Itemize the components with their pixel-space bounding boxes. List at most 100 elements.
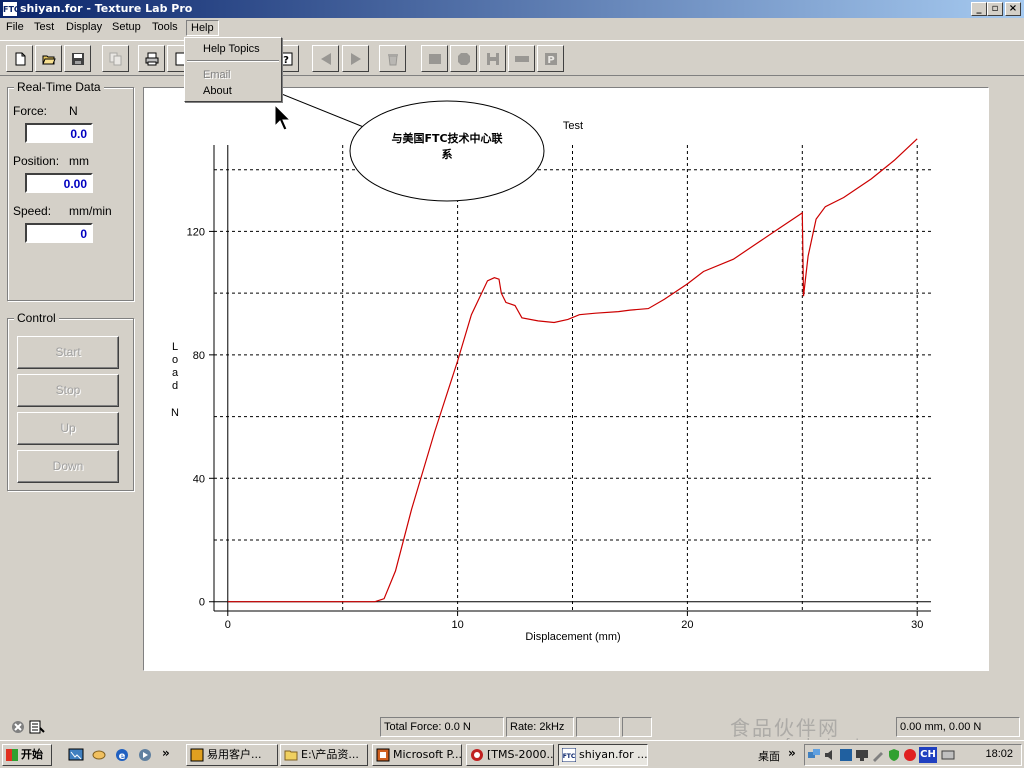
task-button-3[interactable]: Microsoft P... <box>372 744 462 766</box>
close-button[interactable]: × <box>1005 2 1021 16</box>
menu-file[interactable]: File <box>2 20 28 36</box>
delete-button[interactable] <box>379 45 406 72</box>
x-tick-label: 0 <box>225 619 231 631</box>
start-menu-button[interactable]: 开始 <box>2 744 52 766</box>
internet-explorer-icon[interactable]: e <box>114 747 130 763</box>
realtime-data-group: Real-Time Data <box>7 80 134 301</box>
save-button[interactable] <box>64 45 91 72</box>
window-title: shiyan.for - Texture Lab Pro <box>20 2 193 15</box>
y-axis-label-d: d <box>172 380 178 392</box>
svg-text:e: e <box>119 751 126 762</box>
powerpoint-icon <box>376 748 390 762</box>
task-label: 易用客户... <box>207 748 262 761</box>
task-button-2[interactable]: E:\产品资... <box>280 744 368 766</box>
down-button[interactable]: Down <box>17 450 119 483</box>
task-button-5[interactable]: FTC shiyan.for ... <box>558 744 648 766</box>
y-axis-label-o: o <box>172 354 178 366</box>
y-tick-label: 0 <box>199 597 205 609</box>
speed-value: 0 <box>25 223 93 243</box>
chart-panel[interactable]: 0 10 20 30 0 40 80 120 Test Displacement (mm) L… <box>143 87 989 671</box>
log-list-icon <box>29 720 45 734</box>
svg-text:?: ? <box>283 55 289 66</box>
position-value: 0.00 <box>25 173 93 193</box>
p-button[interactable]: P <box>537 45 564 72</box>
octagon-probe-button[interactable] <box>450 45 477 72</box>
p-icon: P <box>545 53 557 66</box>
menu-setup[interactable]: Setup <box>108 20 145 36</box>
y-tick-label: 40 <box>193 473 205 485</box>
up-button[interactable]: Up <box>17 412 119 445</box>
antivirus-icon[interactable] <box>839 748 853 762</box>
network-icon[interactable] <box>807 748 821 762</box>
new-file-icon <box>15 52 26 66</box>
status-rate: Rate: 2kHz <box>506 717 574 737</box>
menu-bar: File Test Display Setup Tools Help <box>0 18 1024 38</box>
open-button[interactable] <box>35 45 62 72</box>
input-method-indicator[interactable]: CH <box>919 747 937 763</box>
shield-icon[interactable] <box>887 748 901 762</box>
force-unit: N <box>69 104 78 118</box>
bar-button[interactable] <box>508 45 535 72</box>
speed-unit: mm/min <box>69 204 112 218</box>
menu-about[interactable]: About <box>185 83 281 99</box>
display-icon[interactable] <box>855 748 869 762</box>
arrow-right-icon <box>351 53 361 65</box>
delete-icon <box>388 54 398 66</box>
menu-email[interactable]: Email <box>185 67 281 83</box>
next-button[interactable] <box>342 45 369 72</box>
toolbar: ? P <box>0 40 1024 76</box>
menu-help[interactable]: Help <box>186 20 219 36</box>
quick-launch-chevron[interactable]: » <box>162 746 170 760</box>
windows-flag-icon <box>6 749 18 761</box>
open-folder-icon <box>42 55 56 65</box>
tms-app-icon <box>471 749 483 761</box>
rectangle-probe-button[interactable] <box>421 45 448 72</box>
position-unit: mm <box>69 154 89 168</box>
maximize-button[interactable]: ▫ <box>987 2 1003 16</box>
media-player-icon[interactable] <box>137 747 153 763</box>
speed-label: Speed: <box>13 204 52 218</box>
stop-circle-icon <box>12 721 24 733</box>
rectangle-probe-icon <box>429 54 441 64</box>
minimize-button[interactable]: _ <box>971 2 987 16</box>
status-bar: Total Force: 0.0 N Rate: 2kHz 0.00 mm, 0… <box>0 716 1024 738</box>
y-axis-label-l: L <box>172 341 178 353</box>
print-button[interactable] <box>138 45 165 72</box>
copy-button[interactable] <box>102 45 129 72</box>
status-total-force: Total Force: 0.0 N <box>380 717 504 737</box>
tool-icon[interactable] <box>871 748 885 762</box>
status-empty-1 <box>576 717 620 737</box>
callout-text-line1: 与美国FTC技术中心联 <box>391 131 502 145</box>
help-menu-dropdown: Help Topics Email About <box>184 37 282 102</box>
task-label: Microsoft P... <box>393 748 462 761</box>
keyboard-icon[interactable] <box>941 748 955 762</box>
force-label: Force: <box>13 104 48 118</box>
volume-icon[interactable] <box>823 748 837 762</box>
octagon-probe-icon <box>458 53 470 65</box>
start-label: 开始 <box>21 748 43 761</box>
folder-icon <box>284 750 298 761</box>
menu-test[interactable]: Test <box>30 20 58 36</box>
task-button-1[interactable]: 易用客户... <box>186 744 278 766</box>
desktop-toolbar-label[interactable]: 桌面 <box>758 748 780 764</box>
menu-display[interactable]: Display <box>62 20 106 36</box>
title-bar[interactable]: FTC shiyan.for - Texture Lab Pro _ ▫ × <box>0 0 1024 18</box>
task-label: E:\产品资... <box>301 748 359 761</box>
desktop-toolbar-chevron[interactable]: » <box>788 746 796 760</box>
new-file-button[interactable] <box>6 45 33 72</box>
load-displacement-chart: 0 10 20 30 0 40 80 120 Test Displacement (mm) L… <box>171 88 931 643</box>
stop-button[interactable]: Stop <box>17 374 119 407</box>
task-button-4[interactable]: [TMS-2000... <box>466 744 554 766</box>
app-icon: FTC <box>2 1 20 17</box>
show-desktop-icon[interactable] <box>68 747 84 763</box>
control-title: Control <box>14 311 59 325</box>
start-button[interactable]: Start <box>17 336 119 369</box>
x-tick-label: 30 <box>911 619 923 631</box>
menu-help-topics[interactable]: Help Topics <box>185 41 281 57</box>
menu-tools[interactable]: Tools <box>148 20 182 36</box>
update-icon[interactable] <box>903 748 917 762</box>
task-label: shiyan.for ... <box>579 748 648 761</box>
previous-button[interactable] <box>312 45 339 72</box>
browser-icon[interactable] <box>91 747 107 763</box>
fixture-button[interactable] <box>479 45 506 72</box>
